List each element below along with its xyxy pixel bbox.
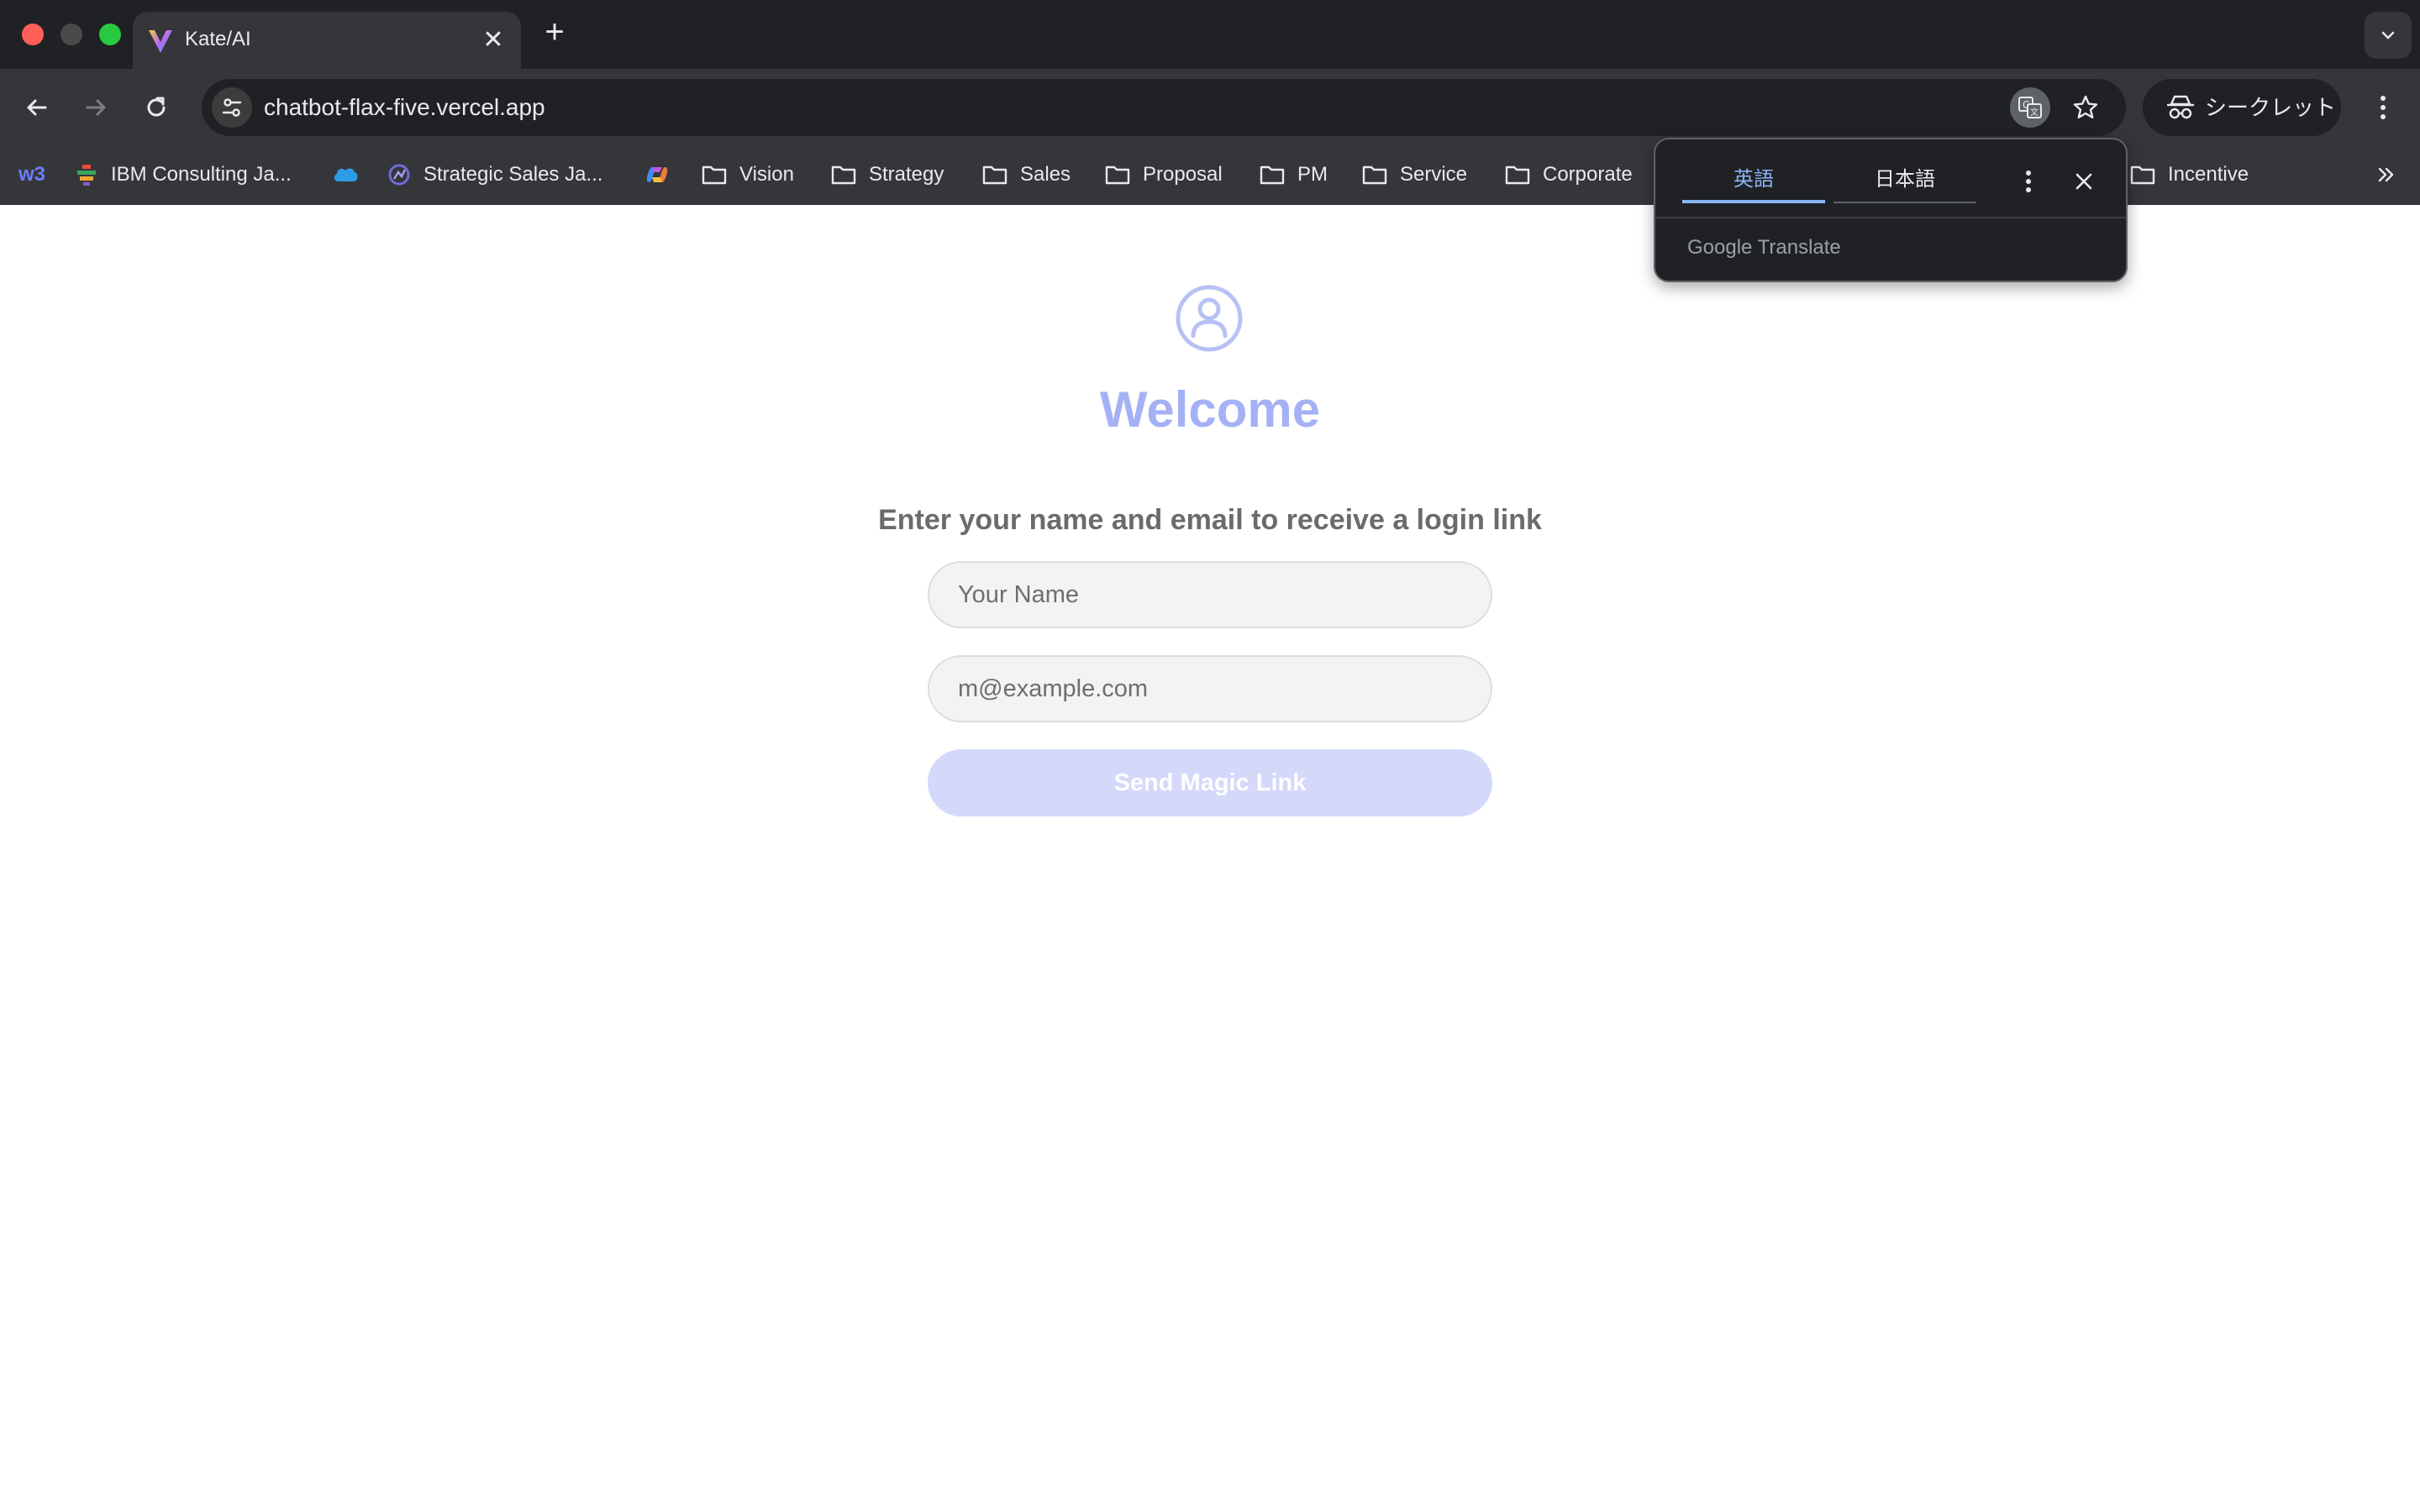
ibm-bee-icon bbox=[77, 165, 96, 186]
name-input[interactable] bbox=[928, 561, 1492, 628]
bookmark-label: IBM Consulting Ja... bbox=[111, 163, 292, 186]
user-circle-icon bbox=[1176, 285, 1243, 352]
tab-search-button[interactable] bbox=[2365, 12, 2412, 59]
strategic-icon bbox=[388, 164, 410, 186]
bookmark-folder-incentive[interactable]: Incentive bbox=[2129, 158, 2249, 192]
folder-icon bbox=[1362, 165, 1387, 185]
bookmark-ibm-consulting[interactable]: IBM Consulting Ja... bbox=[74, 158, 292, 192]
bookmark-label: Service bbox=[1400, 163, 1468, 186]
salesforce-cloud-icon bbox=[334, 168, 358, 181]
folder-icon bbox=[1505, 165, 1530, 185]
translate-options-button[interactable] bbox=[2012, 165, 2045, 198]
bookmark-label: Sales bbox=[1020, 163, 1071, 186]
tune-icon bbox=[222, 98, 242, 117]
star-icon bbox=[2073, 95, 2098, 118]
bookmark-label: Corporate bbox=[1543, 163, 1633, 186]
translate-popup: 英語 日本語 Google Translate bbox=[1654, 138, 2128, 282]
email-input[interactable] bbox=[928, 655, 1492, 722]
bookmark-folder-sales[interactable]: Sales bbox=[981, 158, 1071, 192]
bookmark-folder-strategy[interactable]: Strategy bbox=[830, 158, 944, 192]
address-bar[interactable]: chatbot-flax-five.vercel.app G 文 bbox=[202, 79, 2126, 136]
bookmark-label: Incentive bbox=[2168, 163, 2249, 186]
page-title: Welcome bbox=[1099, 381, 1321, 438]
bookmark-strategic-sales[interactable]: Strategic Sales Ja... bbox=[387, 158, 602, 192]
translate-close-button[interactable] bbox=[2067, 165, 2101, 198]
tab-title: Kate/AI bbox=[185, 28, 251, 50]
minimize-window-button[interactable] bbox=[60, 24, 82, 45]
google-translate-brand: Google Translate bbox=[1687, 236, 1841, 259]
bookmark-label: Strategy bbox=[869, 163, 944, 186]
incognito-indicator[interactable]: シークレット bbox=[2143, 79, 2341, 136]
tab-source-language[interactable]: 英語 bbox=[1682, 163, 1825, 203]
bookmark-folder-pm[interactable]: PM bbox=[1259, 158, 1328, 192]
close-tab-icon[interactable]: ✕ bbox=[481, 28, 506, 53]
reload-icon bbox=[147, 97, 166, 117]
bookmark-folder-vision[interactable]: Vision bbox=[701, 158, 794, 192]
bookmark-folder-corporate[interactable]: Corporate bbox=[1504, 158, 1633, 192]
double-chevron-right-icon bbox=[2378, 167, 2394, 182]
page-content: Welcome Enter your name and email to rec… bbox=[0, 205, 2420, 1512]
arrow-left-icon bbox=[27, 99, 47, 116]
incognito-label: シークレット bbox=[2205, 95, 2337, 120]
bookmark-label: Strategic Sales Ja... bbox=[424, 163, 603, 186]
close-icon bbox=[2075, 173, 2092, 190]
more-vert-icon bbox=[2026, 171, 2031, 192]
bookmark-copilot[interactable] bbox=[644, 158, 682, 192]
bookmark-folder-service[interactable]: Service bbox=[1361, 158, 1467, 192]
page-subtitle: Enter your name and email to receive a l… bbox=[878, 504, 1542, 536]
bookmark-w3-label: w3 bbox=[18, 163, 46, 186]
bookmark-label: Proposal bbox=[1143, 163, 1223, 186]
close-window-button[interactable] bbox=[22, 24, 44, 45]
translate-button[interactable]: G 文 bbox=[2010, 87, 2050, 128]
folder-icon bbox=[702, 165, 727, 185]
url-text[interactable]: chatbot-flax-five.vercel.app bbox=[264, 92, 545, 123]
folder-icon bbox=[2130, 165, 2155, 185]
new-tab-button[interactable]: + bbox=[539, 15, 570, 49]
folder-icon bbox=[831, 165, 856, 185]
divider bbox=[1655, 217, 2126, 218]
vercel-v-icon bbox=[149, 30, 172, 53]
more-vert-icon bbox=[2381, 96, 2386, 119]
bookmark-label: PM bbox=[1297, 163, 1328, 186]
bookmark-w3[interactable]: w3 bbox=[18, 158, 45, 192]
bookmark-folder-proposal[interactable]: Proposal bbox=[1104, 158, 1223, 192]
folder-icon bbox=[1105, 165, 1130, 185]
more-bookmarks-button[interactable] bbox=[2371, 160, 2402, 190]
reload-button[interactable] bbox=[138, 89, 175, 126]
tab-target-language[interactable]: 日本語 bbox=[1833, 163, 1976, 203]
maximize-window-button[interactable] bbox=[99, 24, 121, 45]
arrow-right-icon bbox=[86, 99, 106, 116]
send-magic-link-button[interactable]: Send Magic Link bbox=[928, 749, 1492, 816]
svg-text:文: 文 bbox=[2030, 107, 2039, 118]
translate-icon: G 文 bbox=[2018, 97, 2042, 118]
browser-tab[interactable]: Kate/AI ✕ bbox=[133, 12, 521, 69]
back-button[interactable] bbox=[18, 89, 55, 126]
browser-toolbar: chatbot-flax-five.vercel.app G 文 シークレット bbox=[0, 69, 2420, 144]
incognito-icon bbox=[2166, 95, 2195, 119]
bookmark-star-button[interactable] bbox=[2065, 87, 2106, 128]
site-info-button[interactable] bbox=[212, 87, 252, 128]
forward-button[interactable] bbox=[77, 89, 114, 126]
bookmark-salesforce[interactable] bbox=[331, 158, 371, 192]
chevron-down-icon bbox=[2381, 31, 2395, 39]
browser-menu-button[interactable] bbox=[2363, 87, 2403, 128]
browser-titlebar: Kate/AI ✕ + bbox=[0, 0, 2420, 69]
bookmark-label: Vision bbox=[739, 163, 794, 186]
folder-icon bbox=[982, 165, 1007, 185]
folder-icon bbox=[1260, 165, 1285, 185]
copilot-icon bbox=[646, 167, 668, 182]
